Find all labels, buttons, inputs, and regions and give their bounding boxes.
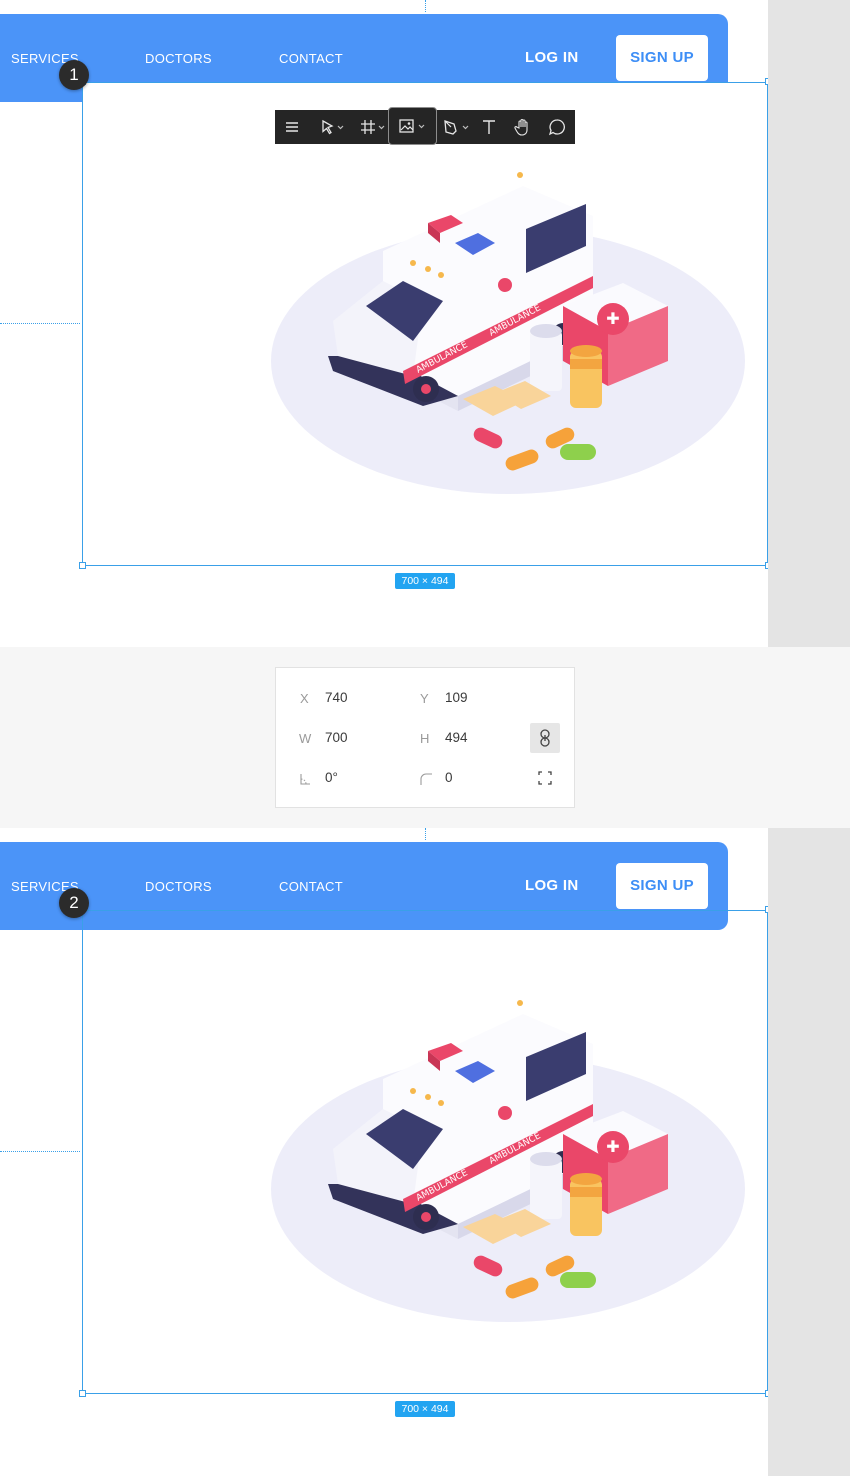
x-label: X xyxy=(300,691,309,706)
corner-radius-input[interactable]: 0 xyxy=(445,770,453,785)
frame-tool-icon[interactable] xyxy=(358,110,388,144)
signup-button[interactable]: SIGN UP xyxy=(616,35,708,81)
floating-toolbar xyxy=(275,107,575,145)
independent-corners-icon[interactable] xyxy=(538,771,552,790)
nav-link-doctors[interactable]: DOCTORS xyxy=(145,51,212,66)
resize-handle[interactable] xyxy=(79,1390,86,1397)
step-number-badge: 2 xyxy=(59,888,89,918)
nav-link-contact[interactable]: CONTACT xyxy=(279,51,343,66)
y-label: Y xyxy=(420,691,429,706)
horizontal-guide xyxy=(0,323,80,324)
properties-panel: X 740 Y 109 W 700 H 494 0° 0 xyxy=(275,667,575,808)
ambulance-illustration: AMBULANCE AMBULANCE ✚ xyxy=(271,172,745,494)
hand-tool-icon[interactable] xyxy=(511,110,535,144)
frame-size-badge: 700 × 494 xyxy=(395,573,455,589)
rotation-icon xyxy=(299,772,311,790)
canvas-panel-2: SERVICES DOCTORS CONTACT LOG IN SIGN UP … xyxy=(0,828,768,1476)
menu-icon[interactable] xyxy=(280,110,304,144)
image-tool-icon[interactable] xyxy=(388,107,437,145)
comment-tool-icon[interactable] xyxy=(545,110,569,144)
step-number-badge: 1 xyxy=(59,60,89,90)
w-label: W xyxy=(299,731,312,746)
svg-text:✚: ✚ xyxy=(606,309,619,328)
signup-button[interactable]: SIGN UP xyxy=(616,863,708,909)
width-input[interactable]: 700 xyxy=(325,730,348,745)
pen-tool-icon[interactable] xyxy=(440,110,474,144)
corner-radius-icon xyxy=(420,772,432,790)
nav-link-contact[interactable]: CONTACT xyxy=(279,879,343,894)
horizontal-guide xyxy=(0,1151,80,1152)
rotation-input[interactable]: 0° xyxy=(325,770,338,785)
constrain-proportions-button[interactable] xyxy=(530,723,560,753)
login-button[interactable]: LOG IN xyxy=(525,877,578,894)
x-input[interactable]: 740 xyxy=(325,690,348,705)
frame-size-badge: 700 × 494 xyxy=(395,1401,455,1417)
nav-link-doctors[interactable]: DOCTORS xyxy=(145,879,212,894)
text-tool-icon[interactable] xyxy=(478,110,500,144)
y-input[interactable]: 109 xyxy=(445,690,468,705)
selected-image-frame[interactable]: AMBULANCE AMBULANCE ✚ xyxy=(82,82,768,566)
svg-text:✚: ✚ xyxy=(606,1137,619,1156)
canvas-gutter xyxy=(768,0,850,647)
vertical-guide xyxy=(425,828,426,840)
canvas-panel-1: SERVICES DOCTORS CONTACT LOG IN SIGN UP … xyxy=(0,0,768,647)
height-input[interactable]: 494 xyxy=(445,730,468,745)
h-label: H xyxy=(420,731,430,746)
login-button[interactable]: LOG IN xyxy=(525,49,578,66)
resize-handle[interactable] xyxy=(79,562,86,569)
pointer-tool-icon[interactable] xyxy=(315,110,349,144)
ambulance-illustration: AMBULANCE AMBULANCE ✚ xyxy=(271,1000,745,1322)
canvas-gutter xyxy=(768,828,850,1476)
selected-image-frame[interactable]: AMBULANCE AMBULANCE ✚ xyxy=(82,910,768,1394)
vertical-guide xyxy=(425,0,426,12)
link-icon xyxy=(540,729,550,747)
